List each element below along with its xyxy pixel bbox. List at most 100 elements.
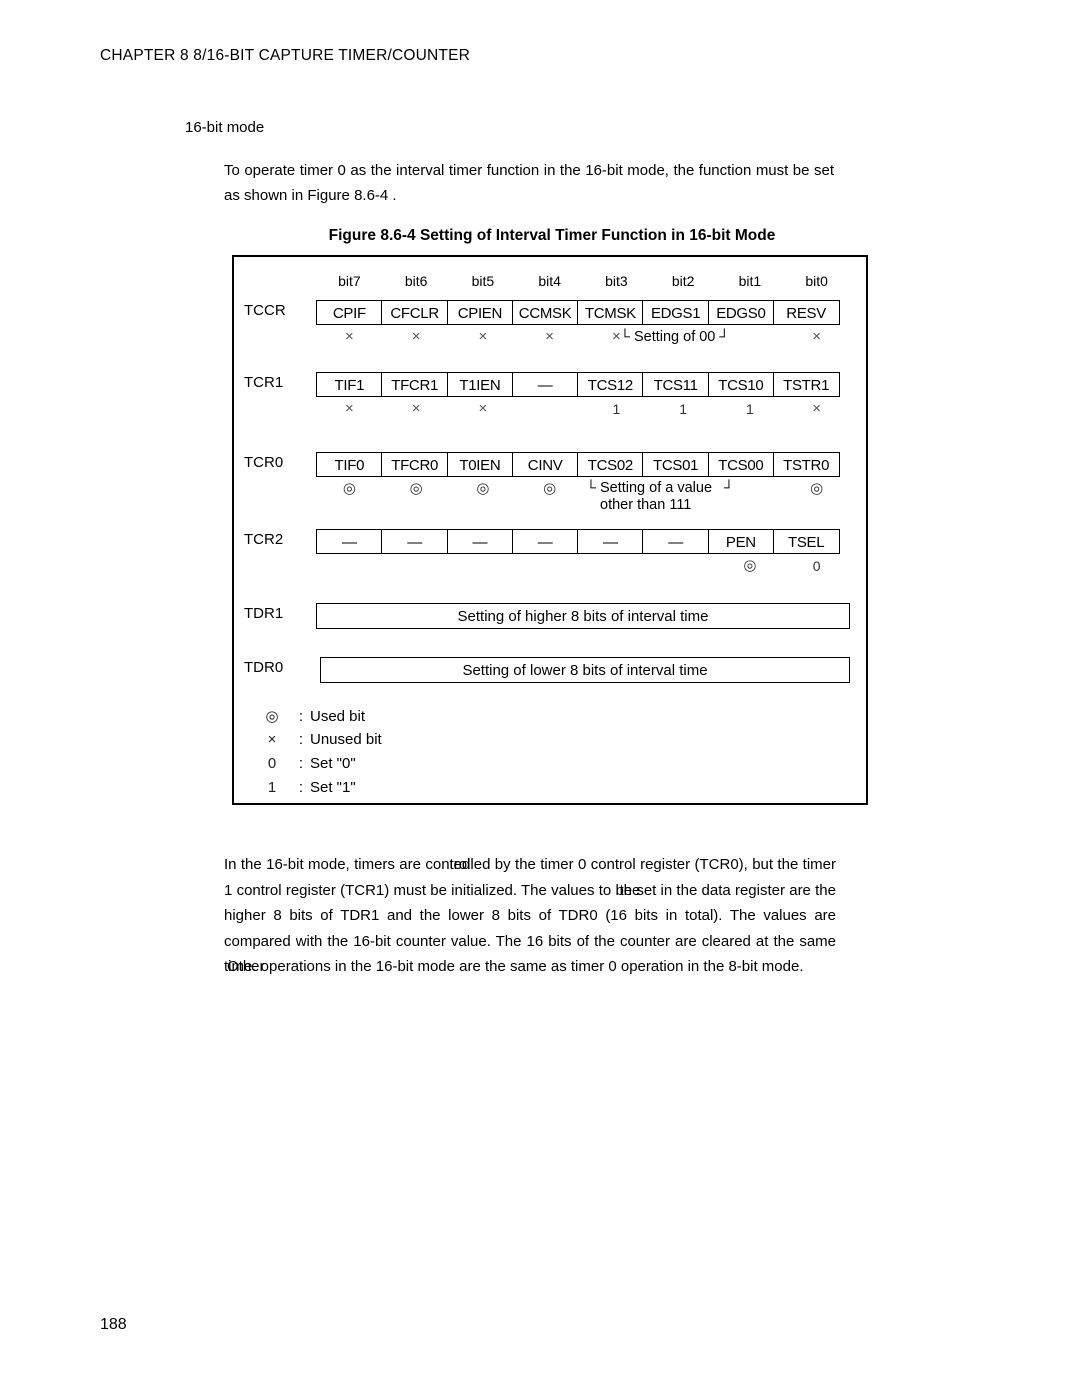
bit-mark: [650, 556, 717, 576]
bit-cell: —: [511, 372, 579, 397]
bit-cell: EDGS0: [707, 300, 775, 325]
glitch-overlay: the: [619, 881, 641, 899]
overlap-glitch-1: controlled ted: [425, 852, 490, 878]
bit-header: bit2: [671, 273, 695, 289]
document-page: CHAPTER 8 8/16-BIT CAPTURE TIMER/COUNTER…: [0, 0, 1080, 1397]
bit-header-row: bit7 bit6 bit5 bit4 bit3 bit2 bit1 bit0: [316, 273, 850, 289]
bit-cell: EDGS1: [642, 300, 709, 325]
bit-cell: TCS12: [577, 372, 644, 397]
register-row-tcr1: TIF1 TFCR1 T1IEN — TCS12 TCS11 TCS10 TST…: [316, 372, 840, 397]
used-bit-icon: ◎: [265, 708, 279, 725]
bit-mark: ×: [344, 400, 354, 417]
register-label-tdr0: TDR0: [244, 659, 284, 676]
bit-mark: ×: [812, 328, 821, 345]
closing-paragraph: In the 16-bit mode, timers are controlle…: [224, 852, 836, 980]
glitch-overlay: ted: [449, 856, 471, 873]
closing-seg1: In the 16-bit mode, timers are: [224, 856, 426, 873]
bit-cell: TIF1: [316, 372, 383, 397]
bit-mark: ×: [478, 400, 488, 417]
intro-paragraph: To operate timer 0 as the interval timer…: [224, 162, 834, 204]
legend-item: ◎ : Used bit: [252, 707, 382, 731]
register-row-tccr: CPIF CFCLR CPIEN CCMSK TCMSK EDGS1 EDGS0…: [316, 300, 840, 325]
annotation-tcr0: └ Setting of a value ┘ other than 111: [586, 479, 734, 514]
bit-cell: CPIEN: [446, 300, 514, 325]
data-register-tdr0: Setting of lower 8 bits of interval time: [320, 657, 850, 683]
bit-mark: ◎: [810, 480, 824, 497]
bit-cell: CCMSK: [511, 300, 579, 325]
register-label-tcr2: TCR2: [244, 531, 284, 548]
overlap-glitch-2: be set in the: [615, 878, 672, 904]
bit-cell: TCS01: [642, 452, 709, 477]
bit-cell: RESV: [772, 300, 840, 325]
bit-mark: ×: [411, 328, 421, 345]
glitch-overlay: Other: [227, 958, 265, 975]
bit-cell: TCMSK: [577, 300, 644, 325]
bit-cell: CINV: [511, 452, 579, 477]
data-register-tdr1: Setting of higher 8 bits of interval tim…: [316, 603, 850, 629]
bit-mark: ×: [478, 328, 488, 345]
bit-mark: ×: [545, 328, 554, 345]
legend-text: Set "0": [310, 755, 356, 772]
figure-box: bit7 bit6 bit5 bit4 bit3 bit2 bit1 bit0 …: [232, 255, 868, 805]
bit-mark: 1: [745, 401, 754, 417]
figure-caption: Figure 8.6-4 Setting of Interval Timer F…: [328, 227, 776, 244]
annotation-text-line2: other than 111: [600, 497, 692, 513]
bit-mark: 0: [812, 558, 821, 574]
mark-row-tcr2: ◎ 0: [316, 556, 850, 576]
register-row-tcr0: TIF0 TFCR0 T0IEN CINV TCS02 TCS01 TCS00 …: [316, 452, 840, 477]
bit-mark: 1: [612, 401, 621, 417]
legend-colon: :: [298, 755, 304, 772]
bit-mark: [316, 556, 383, 576]
bit-cell: TCS00: [707, 452, 775, 477]
bit-cell: TCS02: [577, 452, 644, 477]
mark-row-tcr1: × × × 1 1 1 ×: [316, 399, 850, 419]
bit-cell: —: [381, 529, 448, 554]
bit-mark: [383, 556, 450, 576]
bit-cell: TIF0: [316, 452, 383, 477]
bit-mark: [516, 556, 583, 576]
legend-text: Used bit: [310, 708, 366, 725]
closing-seg4: operations in the 16-bit mode are the sa…: [256, 958, 804, 975]
bit-header: bit5: [471, 273, 495, 289]
bit-header: bit1: [738, 273, 762, 289]
bracket-right-icon: ┘: [724, 479, 734, 495]
bracket-left-icon: └: [620, 328, 630, 344]
legend-item: 0 : Set "0": [252, 755, 382, 779]
bit-mark: [516, 399, 583, 419]
bit-mark: ◎: [543, 480, 557, 497]
legend-colon: :: [298, 779, 304, 796]
bit-header: bit7: [338, 273, 361, 289]
bit-cell: CPIF: [316, 300, 383, 325]
bit-cell: —: [577, 529, 644, 554]
register-label-tcr1: TCR1: [244, 374, 284, 391]
annotation-text: Setting of 00: [633, 329, 716, 345]
bit-mark: ×: [411, 400, 421, 417]
bit-cell: TFCR1: [381, 372, 448, 397]
bit-header: bit6: [404, 273, 428, 289]
legend-item: 1 : Set "1": [252, 779, 382, 803]
bit-mark: ×: [812, 400, 821, 417]
bit-cell: —: [511, 529, 579, 554]
bit-mark: [583, 556, 650, 576]
bit-header: bit0: [805, 273, 828, 289]
overlap-glitch-3: time. Other: [224, 954, 265, 980]
mark-row-tccr: × × × × × ×: [316, 327, 850, 347]
legend-colon: :: [298, 731, 304, 748]
bracket-left-icon: └: [586, 479, 596, 495]
register-label-tdr1: TDR1: [244, 605, 284, 622]
page-number: 188: [100, 1316, 127, 1333]
bit-cell: —: [446, 529, 514, 554]
legend-text: Unused bit: [310, 731, 382, 748]
register-label-tcr0: TCR0: [244, 454, 284, 471]
bit-cell: T0IEN: [446, 452, 514, 477]
bit-cell: TSTR0: [772, 452, 840, 477]
bit-header: bit3: [605, 273, 628, 289]
bit-cell: CFCLR: [381, 300, 448, 325]
section-title: 16-bit mode: [185, 119, 265, 136]
unused-bit-icon: ×: [267, 731, 277, 748]
set-one-icon: 1: [267, 779, 277, 796]
register-label-tccr: TCCR: [244, 302, 286, 319]
annotation-text-line1: Setting of a value: [599, 480, 713, 496]
bit-cell: TSEL: [772, 529, 840, 554]
bit-mark: 1: [679, 401, 688, 417]
